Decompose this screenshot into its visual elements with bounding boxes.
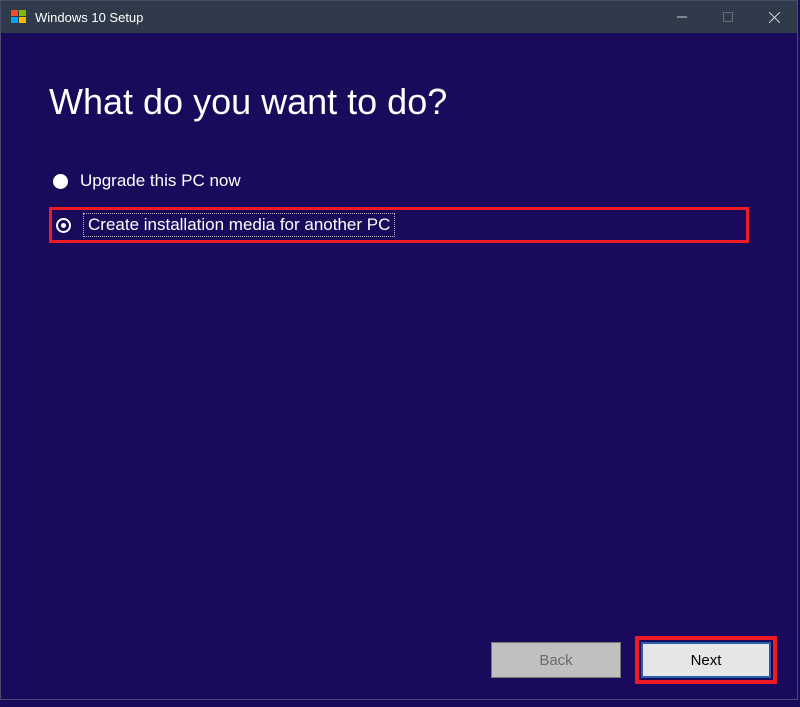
setup-window: Windows 10 Setup What do you want to do?… xyxy=(0,0,798,700)
minimize-button[interactable] xyxy=(659,1,705,33)
option-label: Upgrade this PC now xyxy=(80,171,241,191)
close-button[interactable] xyxy=(751,1,797,33)
options-group: Upgrade this PC now Create installation … xyxy=(53,163,749,243)
content-area: What do you want to do? Upgrade this PC … xyxy=(1,33,797,621)
footer: Back Next xyxy=(1,621,797,699)
next-button[interactable]: Next xyxy=(641,642,771,678)
next-button-label: Next xyxy=(691,652,722,669)
window-title: Windows 10 Setup xyxy=(35,10,143,25)
option-label: Create installation media for another PC xyxy=(83,213,395,237)
maximize-button xyxy=(705,1,751,33)
radio-icon xyxy=(53,174,68,189)
app-icon xyxy=(11,9,27,25)
option-upgrade[interactable]: Upgrade this PC now xyxy=(53,163,749,199)
option-create-media[interactable]: Create installation media for another PC xyxy=(49,207,749,243)
minimize-icon xyxy=(677,12,687,22)
titlebar: Windows 10 Setup xyxy=(1,1,797,33)
window-controls xyxy=(659,1,797,33)
close-icon xyxy=(769,12,780,23)
page-heading: What do you want to do? xyxy=(49,81,749,123)
maximize-icon xyxy=(723,12,733,22)
back-button-label: Back xyxy=(539,652,572,669)
next-button-highlight: Next xyxy=(635,636,777,684)
back-button: Back xyxy=(491,642,621,678)
radio-icon xyxy=(56,218,71,233)
